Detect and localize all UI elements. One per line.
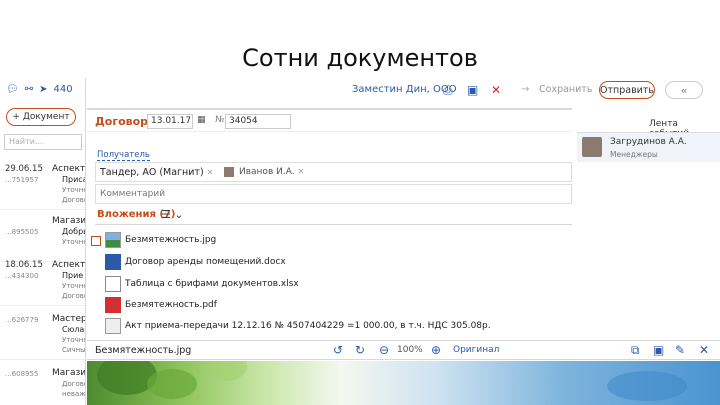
file-viewer-bar: Безмятежность.jpg ↺ ↻ ⊖ 100% ⊕ Оригинал … [87, 340, 720, 360]
document-toolbar: Заместин Дин, ООО ⎙ ▣ ✕ → Сохранить Отпр… [87, 78, 720, 102]
image-preview [87, 361, 720, 405]
recipient-person: Иванов И.А. ✕ [239, 167, 305, 177]
left-toolbar: 💬︎ ⚯ ➤ 440 [6, 82, 73, 96]
avatar [224, 167, 234, 177]
list-item[interactable]: ...608955 Магазин Договор неважны [0, 364, 85, 405]
zoom-level: 100% [397, 345, 423, 355]
date-field[interactable]: 13.01.17 [147, 114, 193, 129]
rotate-right-icon[interactable]: ↻ [355, 343, 365, 357]
comment-field[interactable]: Комментарий [95, 184, 572, 204]
scan-icon [105, 318, 121, 334]
comment-icon[interactable]: 💬︎ [6, 84, 19, 95]
save-disk-icon[interactable]: ▣ [653, 343, 664, 357]
back-button[interactable]: « [665, 81, 703, 99]
document-type[interactable]: Договор [95, 115, 148, 128]
print-icon[interactable]: ⎙ [443, 83, 453, 97]
feed-user-role: Менеджеры [610, 150, 658, 159]
calendar-icon[interactable]: ▦ [197, 115, 206, 125]
send-button[interactable]: Отправить [599, 81, 655, 99]
zoom-in-icon[interactable]: ⊕ [431, 343, 441, 357]
feed-user-name: Загрудинов А.А. [610, 137, 687, 147]
attachment-item[interactable]: Акт приема-передачи 12.12.16 № 450740422… [105, 316, 491, 336]
recipient-org: Тандер, АО (Магнит) ✕ [100, 167, 214, 178]
attachment-item[interactable]: Договор аренды помещений.docx [105, 252, 286, 272]
number-sign: № [215, 115, 225, 125]
divider [95, 224, 572, 225]
add-document-button[interactable]: + Документ [6, 108, 76, 126]
list-item[interactable]: 29.06.15 ...751957 Аспект... Приса Уточн… [0, 160, 85, 210]
save-button[interactable]: Сохранить [539, 84, 592, 95]
organization-link[interactable]: Заместин Дин, ООО [352, 84, 457, 95]
attachment-item[interactable]: Безмятежность.jpg [105, 230, 216, 250]
search-input[interactable]: Найти... [4, 134, 82, 150]
original-size-button[interactable]: Оригинал [453, 345, 499, 355]
save-disk-icon[interactable]: ▣ [467, 83, 478, 97]
event-feed-item[interactable]: Загрудинов А.А. Менеджеры [577, 132, 720, 162]
slide-title: Сотни документов [242, 44, 478, 72]
arrow-right-icon: → [521, 84, 530, 95]
avatar [582, 137, 602, 157]
word-doc-icon [105, 254, 121, 270]
document-header: Договор 13.01.17 ▦ № 34054 [87, 108, 572, 132]
rotate-left-icon[interactable]: ↺ [333, 343, 343, 357]
open-external-icon[interactable]: ⧉ [631, 343, 640, 357]
pdf-icon [105, 297, 121, 313]
counter: 440 [53, 83, 73, 95]
number-field[interactable]: 34054 [225, 114, 291, 129]
zoom-out-icon[interactable]: ⊖ [379, 343, 389, 357]
edit-icon[interactable]: ✎ [675, 343, 685, 357]
link-icon[interactable]: ⚯ [25, 84, 33, 95]
attachment-item[interactable]: Безмятежность.pdf [105, 295, 217, 315]
attachments-menu-icon[interactable]: ☰ ⌄ [161, 208, 184, 221]
recipient-label[interactable]: Получатель [97, 150, 150, 161]
image-icon [105, 232, 121, 248]
list-item[interactable]: 18.06.15 ...434300 Аспект... Прие Уточне… [0, 256, 85, 306]
close-icon[interactable]: ✕ [491, 83, 501, 97]
viewer-file-name: Безмятежность.jpg [95, 345, 192, 356]
list-item[interactable]: ...626779 Мастер Сюла Уточне Сичны [0, 310, 85, 360]
remove-icon: ✕ [206, 168, 214, 177]
document-list-panel: 💬︎ ⚯ ➤ 440 + Документ Найти... 29.06.15 … [0, 78, 86, 405]
remove-icon: ✕ [297, 167, 305, 176]
close-icon[interactable]: ✕ [699, 343, 709, 357]
document-card: Заместин Дин, ООО ⎙ ▣ ✕ → Сохранить Отпр… [87, 78, 720, 405]
list-item[interactable]: ...895505 Магазин Добрь Уточне [0, 212, 85, 262]
recipient-field[interactable]: Тандер, АО (Магнит) ✕ Иванов И.А. ✕ [95, 162, 572, 182]
send-icon[interactable]: ➤ [39, 84, 47, 95]
excel-icon [105, 276, 121, 292]
slide: Сотни документов 💬︎ ⚯ ➤ 440 + Документ Н… [0, 0, 720, 405]
checkbox[interactable] [91, 236, 101, 246]
attachment-item[interactable]: Таблица с брифами документов.xlsx [105, 274, 299, 294]
